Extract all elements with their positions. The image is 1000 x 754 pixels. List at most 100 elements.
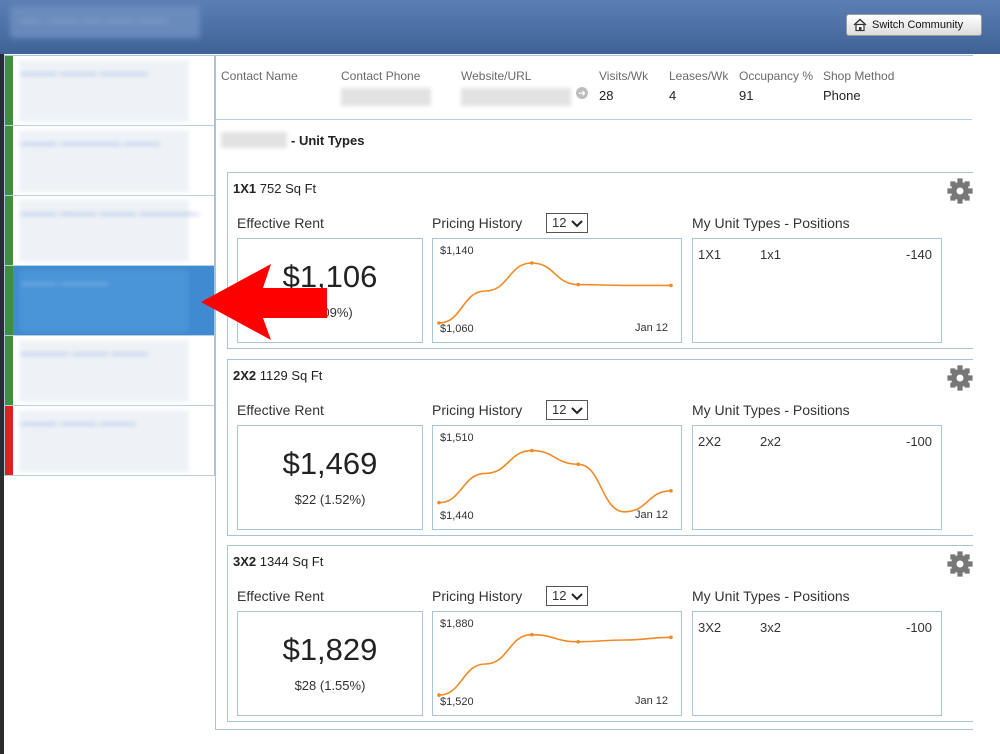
rent-change: $28 (1.55%) [294,678,366,693]
brand-text: —— · ——— —— ——— ——— [20,16,168,27]
positions-box: 3X2 3x2 -100 [692,611,942,716]
unit-card-3x2: 3X2 1344 Sq Ft Effective Rent Pricing Hi… [227,545,973,722]
unit-type: 1X1 [233,181,257,196]
sidebar-item-label: ——— ——— ——— [21,416,136,430]
gear-icon[interactable] [947,178,973,204]
occupancy-label: Occupancy % [739,69,814,83]
status-stripe [5,126,13,195]
pricing-history-label: Pricing History [432,588,523,604]
effective-rent-label: Effective Rent [237,588,324,604]
effective-rent-label: Effective Rent [237,215,324,231]
contact-phone-label: Contact Phone [341,69,421,83]
chevron-down-icon [571,593,583,601]
shop-method-value: Phone [823,88,861,103]
contact-phone-field: Contact Phone [341,69,431,109]
effective-rent-box: $1,829 $28 (1.55%) [237,611,423,716]
positions-label: My Unit Types - Positions [692,215,850,231]
chart-date-label: Jan 12 [635,509,669,521]
unit-types-heading: - Unit Types [221,132,364,148]
chart-high-label: $1,140 [440,245,474,257]
unit-sqft: 752 Sq Ft [259,181,317,196]
leases-field: Leases/Wk 4 [669,69,728,103]
months-select[interactable]: 12 [546,400,588,420]
positions-label: My Unit Types - Positions [692,588,850,604]
unit-type: 3X2 [233,554,257,569]
gear-icon[interactable] [947,365,973,391]
price-point [576,282,580,287]
pricing-history-chart: $1,510 $1,440 Jan 12 [432,425,682,530]
leases-label: Leases/Wk [669,69,729,83]
visits-label: Visits/Wk [599,69,649,83]
price-point [669,283,673,288]
website-field: Website/URL [461,69,571,109]
community-sidebar: ——— ——— ———— ——— ————— ——— ——— ——— ——— —… [4,55,215,476]
position-name: 2x2 [760,434,781,449]
pricing-history-label: Pricing History [432,402,523,418]
go-arrow-icon[interactable]: ➜ [576,87,588,99]
pricing-history-chart: $1,880 $1,520 Jan 12 [432,611,682,716]
shop-method-field: Shop Method Phone [823,69,894,103]
price-line [438,262,671,324]
contact-bar: Contact Name Contact Phone Website/URL ➜… [216,56,972,120]
months-value: 12 [552,588,567,603]
price-line [438,633,672,696]
position-name: 3x2 [760,620,781,635]
switch-community-label: Switch Community [872,19,964,31]
price-point [530,261,534,265]
top-bar: —— · ——— —— ——— ——— Switch Community [0,0,1000,54]
positions-box: 1X1 1x1 -140 [692,238,942,343]
chart-high-label: $1,510 [440,432,474,444]
sidebar-item-2[interactable]: ——— ————— ——— [5,126,214,196]
contact-name-field: Contact Name [221,69,298,83]
price-point [576,462,580,467]
position-diff: -100 [906,434,933,449]
sidebar-item-label: ——— ——— ———— [21,66,148,80]
position-diff: -140 [906,247,933,262]
chart-high-label: $1,880 [440,618,474,630]
occupancy-value: 91 [739,88,754,103]
months-value: 12 [552,402,567,417]
position-type: 3X2 [698,620,722,635]
sidebar-item-5[interactable]: ———— ——— ——— [5,336,214,406]
price-point [669,635,673,640]
status-stripe [5,406,13,475]
sidebar-item-3[interactable]: ——— ——— ——— ————— [5,196,214,266]
unit-header: 1X1 752 Sq Ft [233,181,316,196]
months-value: 12 [552,215,567,230]
website-label: Website/URL [461,69,532,83]
months-select[interactable]: 12 [546,586,588,606]
chevron-down-icon [571,220,583,228]
rent-change: $22 (1.52%) [294,492,366,507]
effective-rent-label: Effective Rent [237,402,324,418]
visits-field: Visits/Wk 28 [599,69,648,103]
website-value[interactable] [461,88,571,106]
home-icon [853,18,867,32]
status-stripe [5,196,13,265]
brand-logo: —— · ——— —— ——— ——— [10,6,200,38]
months-select[interactable]: 12 [546,213,588,233]
sidebar-item-4-selected[interactable]: ——— ———— [5,266,214,336]
rent-value: $1,469 [282,446,378,481]
position-type: 2X2 [698,434,722,449]
position-type: 1X1 [698,247,722,262]
unit-card-1x1: 1X1 752 Sq Ft Effective Rent Pricing His… [227,172,973,349]
positions-label: My Unit Types - Positions [692,402,850,418]
contact-phone-value [341,88,431,106]
chart-low-label: $1,440 [440,510,474,522]
chart-date-label: Jan 12 [635,322,669,334]
unit-header: 2X2 1129 Sq Ft [233,368,322,383]
switch-community-button[interactable]: Switch Community [846,14,982,36]
price-point [437,500,441,505]
sidebar-item-1[interactable]: ——— ——— ———— [5,56,214,126]
visits-value: 28 [599,88,614,103]
sidebar-item-6[interactable]: ——— ——— ——— [5,406,214,476]
positions-box: 2X2 2x2 -100 [692,425,942,530]
chart-low-label: $1,520 [440,696,474,708]
unit-card-2x2: 2X2 1129 Sq Ft Effective Rent Pricing Hi… [227,359,973,536]
unit-header: 3X2 1344 Sq Ft [233,554,323,569]
main-panel: Contact Name Contact Phone Website/URL ➜… [215,55,973,730]
unit-sqft: 1344 Sq Ft [259,554,324,569]
status-stripe [5,56,13,125]
price-point [669,489,673,493]
gear-icon[interactable] [947,551,973,577]
